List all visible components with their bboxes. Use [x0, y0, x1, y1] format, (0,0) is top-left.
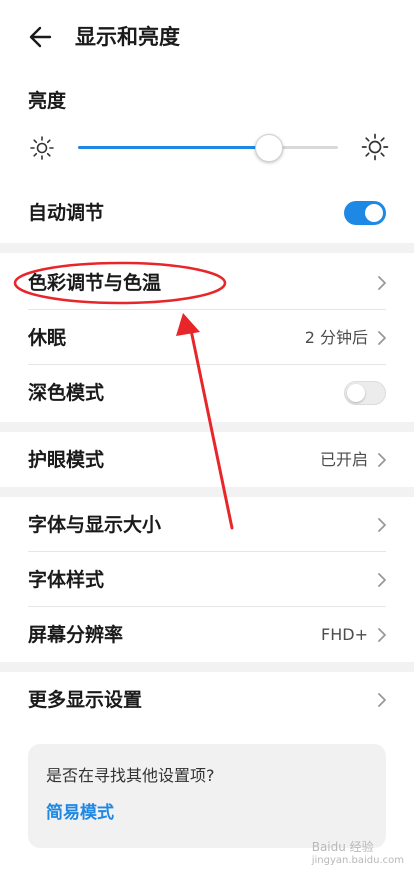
- screen-resolution-value: FHD+: [321, 625, 368, 644]
- chevron-right-icon: [378, 693, 386, 707]
- back-arrow-icon[interactable]: [26, 22, 56, 52]
- sun-low-icon: [30, 136, 54, 160]
- toggle-knob: [347, 384, 365, 402]
- dark-mode-toggle[interactable]: [344, 381, 386, 405]
- more-display-settings-label: 更多显示设置: [28, 689, 143, 711]
- slider-thumb[interactable]: [255, 134, 283, 162]
- chevron-right-icon: [378, 573, 386, 587]
- screen-resolution-label: 屏幕分辨率: [28, 624, 124, 646]
- simple-mode-link[interactable]: 简易模式: [46, 800, 114, 826]
- eye-comfort-value: 已开启: [319, 450, 368, 469]
- more-display-settings-row[interactable]: 更多显示设置: [0, 672, 414, 727]
- slider-fill: [78, 146, 268, 149]
- suggestion-question: 是否在寻找其他设置项?: [46, 766, 215, 785]
- font-style-label: 字体样式: [28, 569, 105, 591]
- sleep-row[interactable]: 休眠 2 分钟后: [0, 310, 414, 365]
- auto-adjust-toggle[interactable]: [344, 201, 386, 225]
- section-gap: [0, 243, 414, 253]
- brightness-slider[interactable]: [78, 134, 338, 162]
- watermark-subtext: jingyan.baidu.com: [311, 855, 404, 866]
- baidu-watermark: Baidu 经验 jingyan.baidu.com: [312, 838, 404, 866]
- section-gap: [0, 487, 414, 497]
- sleep-label: 休眠: [28, 327, 67, 349]
- brightness-label: 亮度: [28, 90, 67, 112]
- sun-high-icon: [361, 133, 389, 161]
- section-gap: [0, 662, 414, 672]
- chevron-right-icon: [378, 331, 386, 345]
- app-header: 显示和亮度: [0, 0, 414, 74]
- toggle-knob: [365, 204, 383, 222]
- font-style-row[interactable]: 字体样式: [0, 552, 414, 607]
- color-temperature-label: 色彩调节与色温: [28, 272, 162, 294]
- suggestion-card: 是否在寻找其他设置项? 简易模式: [28, 744, 386, 848]
- chevron-right-icon: [378, 276, 386, 290]
- dark-mode-label: 深色模式: [28, 382, 105, 404]
- watermark-text: Baidu 经验: [311, 840, 374, 854]
- sleep-value: 2 分钟后: [304, 328, 368, 347]
- page-title: 显示和亮度: [75, 25, 180, 49]
- auto-adjust-label: 自动调节: [28, 202, 105, 224]
- font-size-row[interactable]: 字体与显示大小: [0, 497, 414, 552]
- eye-comfort-row[interactable]: 护眼模式 已开启: [0, 432, 414, 487]
- screen-resolution-row[interactable]: 屏幕分辨率 FHD+: [0, 607, 414, 662]
- chevron-right-icon: [378, 453, 386, 467]
- chevron-right-icon: [378, 518, 386, 532]
- color-temperature-row[interactable]: 色彩调节与色温: [0, 255, 414, 310]
- section-gap: [0, 422, 414, 432]
- font-size-label: 字体与显示大小: [28, 514, 162, 536]
- chevron-right-icon: [378, 628, 386, 642]
- auto-adjust-row[interactable]: 自动调节: [0, 185, 414, 240]
- eye-comfort-label: 护眼模式: [28, 449, 105, 471]
- dark-mode-row[interactable]: 深色模式: [0, 365, 414, 420]
